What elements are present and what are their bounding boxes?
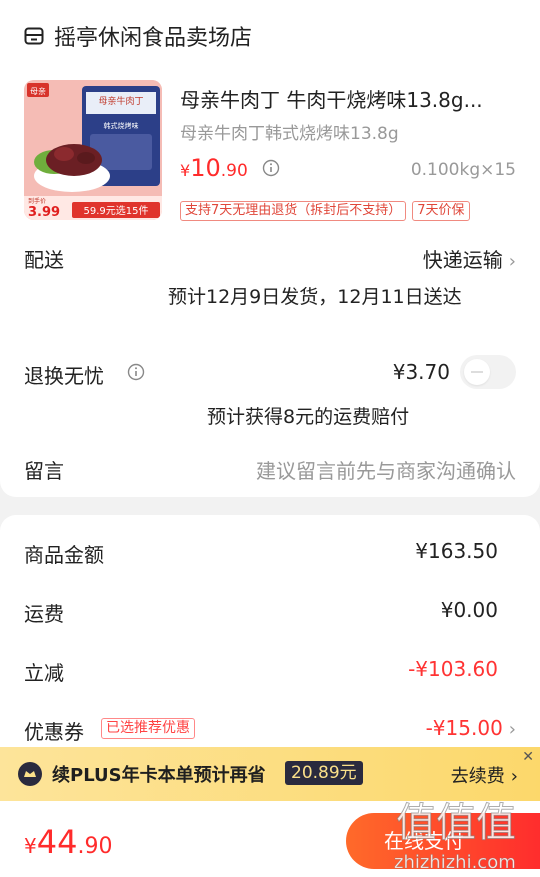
- shop-name: 摇亭休闲食品卖场店: [54, 26, 253, 51]
- toggle-knob: [464, 359, 490, 385]
- coupon-label: 优惠券: [24, 720, 84, 744]
- renew-label: 去续费: [450, 766, 505, 787]
- delivery-method-text: 快递运输: [422, 248, 503, 272]
- product-image[interactable]: 母亲牛肉丁 韩式烧烤味 母亲 到手价 3.99 59.9元选15件: [24, 80, 162, 220]
- promo-deal: 59.9元选15件: [84, 204, 149, 217]
- chevron-right-icon: ›: [508, 719, 516, 740]
- return-policy-tag: 支持7天无理由退货（拆封后不支持）: [180, 201, 407, 221]
- returns-toggle[interactable]: [460, 355, 516, 389]
- watermark-logo: 值值值 zhizhizhi.com: [394, 800, 517, 874]
- delivery-estimate: 预计12月9日发货，12月11日送达: [168, 286, 462, 308]
- shipping-label: 运费: [24, 602, 64, 626]
- plus-banner-text: 续PLUS年卡本单预计再省: [52, 765, 266, 786]
- plus-savings-amount: 20.89元: [285, 761, 363, 785]
- brand-logo-text: 母亲: [30, 86, 46, 96]
- unit-quantity: 0.100kg×15: [410, 160, 516, 180]
- price-decimal: .90: [220, 161, 248, 181]
- promo-caption: 到手价: [28, 197, 46, 205]
- close-icon[interactable]: ✕: [522, 749, 534, 765]
- discount-value: -¥103.60: [408, 657, 498, 681]
- price-currency: ¥: [180, 161, 191, 180]
- shop-icon: [24, 27, 44, 45]
- shipping-value: ¥0.00: [440, 598, 498, 622]
- message-label: 留言: [24, 459, 64, 483]
- delivery-label: 配送: [24, 248, 64, 272]
- price-integer: 10: [190, 154, 221, 182]
- items-amount-value: ¥163.50: [415, 539, 498, 563]
- product-price: ¥ 10 .90: [180, 154, 280, 182]
- price-summary-card: 商品金额 ¥163.50 运费 ¥0.00 立减 -¥103.60 优惠券 -¥…: [0, 515, 540, 755]
- coupon-badge: 已选推荐优惠: [101, 718, 195, 739]
- returns-price: ¥3.70: [392, 360, 450, 384]
- product-sku: 母亲牛肉丁韩式烧烤味13.8g: [180, 124, 399, 144]
- chevron-right-icon: ›: [508, 251, 516, 272]
- total-currency: ¥: [24, 834, 37, 858]
- discount-label: 立减: [24, 661, 64, 685]
- returns-label: 退换无忧: [24, 360, 104, 389]
- total-integer: 44: [36, 823, 78, 861]
- info-icon[interactable]: [262, 159, 280, 177]
- coupon-value[interactable]: -¥15.00 ›: [426, 716, 516, 740]
- product-package-illustration: 母亲牛肉丁 韩式烧烤味 母亲 到手价 3.99 59.9元选15件: [24, 80, 162, 220]
- promo-price: 3.99: [28, 205, 60, 220]
- returns-label-text: 退换无忧: [24, 364, 104, 388]
- items-amount-label: 商品金额: [24, 543, 104, 567]
- shop-header[interactable]: 摇亭休闲食品卖场店: [24, 18, 252, 54]
- renew-button[interactable]: 去续费 ›: [451, 762, 518, 788]
- package-flavor: 韩式烧烤味: [104, 121, 139, 130]
- product-title[interactable]: 母亲牛肉丁 牛肉干烧烤味13.8g...: [180, 84, 520, 113]
- total-price: ¥ 44 .90: [24, 823, 112, 861]
- plus-logo-icon: [18, 762, 42, 786]
- message-input[interactable]: 建议留言前先与商家沟通确认: [256, 455, 516, 484]
- package-title: 母亲牛肉丁: [98, 95, 143, 107]
- coupon-value-text: -¥15.00: [425, 716, 503, 740]
- chevron-right-icon: ›: [510, 766, 518, 787]
- delivery-method[interactable]: 快递运输 ›: [423, 244, 516, 273]
- returns-note: 预计获得8元的运费赔付: [207, 406, 410, 428]
- total-decimal: .90: [77, 834, 113, 859]
- returns-info-icon[interactable]: [127, 363, 145, 381]
- service-tags: 支持7天无理由退货（拆封后不支持） 7天价保: [180, 201, 470, 221]
- watermark-text: 值值值: [396, 800, 516, 846]
- price-protection-tag: 7天价保: [412, 201, 470, 221]
- order-detail-card: 摇亭休闲食品卖场店 母亲牛肉丁 韩式烧烤味 母亲 到手价 3.99 59.9元选…: [0, 0, 540, 497]
- watermark-url: zhizhizhi.com: [394, 852, 516, 873]
